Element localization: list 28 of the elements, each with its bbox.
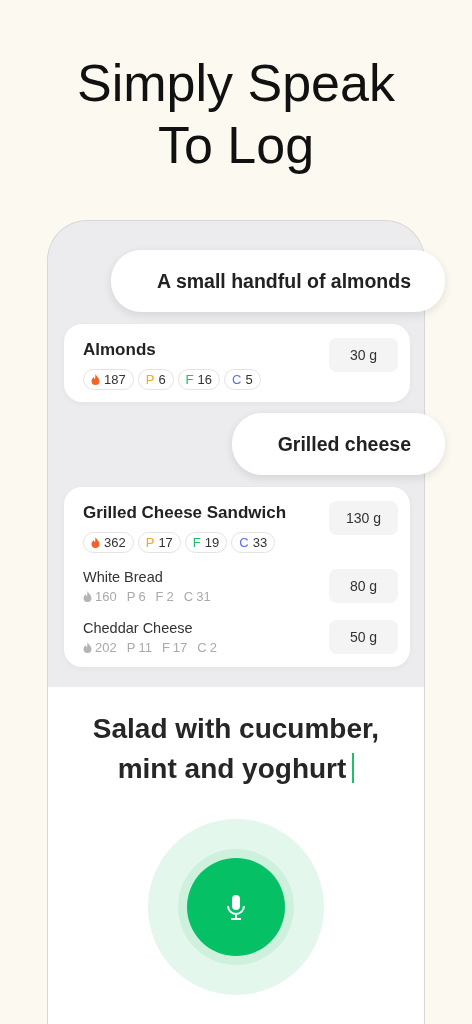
flame-icon: [91, 374, 100, 385]
meal-name: Almonds: [83, 340, 157, 360]
flame-icon: [91, 537, 100, 548]
macro-value: P 11: [126, 640, 152, 655]
macro-value: F 2: [155, 589, 174, 604]
meal-name: Grilled Cheese Sandwich: [83, 503, 287, 523]
headline: Simply Speak: [77, 53, 395, 114]
ingredient-name: Cheddar Cheese: [83, 620, 194, 636]
ingredient-name: White Bread: [83, 569, 164, 585]
speech-bubble: Grilled cheese: [231, 413, 445, 475]
macro-value: C 31: [183, 589, 211, 604]
microphone-button[interactable]: [187, 858, 285, 956]
transcript-text: Salad with cucumber, mint and yoghurt: [91, 712, 381, 786]
macro-value: 160: [83, 589, 117, 604]
weight-field[interactable]: 80 g: [329, 568, 398, 603]
microphone-icon: [226, 893, 246, 921]
text-cursor: [352, 753, 355, 783]
headline: To Log: [157, 115, 315, 176]
speech-bubble: A small handful of almonds: [111, 250, 445, 312]
weight-field[interactable]: 30 g: [329, 338, 398, 372]
macro-value: F 17: [161, 640, 188, 655]
flame-icon: [83, 591, 92, 602]
macro-value: 202: [83, 640, 117, 655]
weight-field[interactable]: 130 g: [329, 501, 398, 535]
macro-value: C 2: [197, 640, 217, 655]
flame-icon: [83, 642, 92, 653]
weight-field[interactable]: 50 g: [329, 619, 398, 654]
macro-value: P 6: [126, 589, 146, 604]
